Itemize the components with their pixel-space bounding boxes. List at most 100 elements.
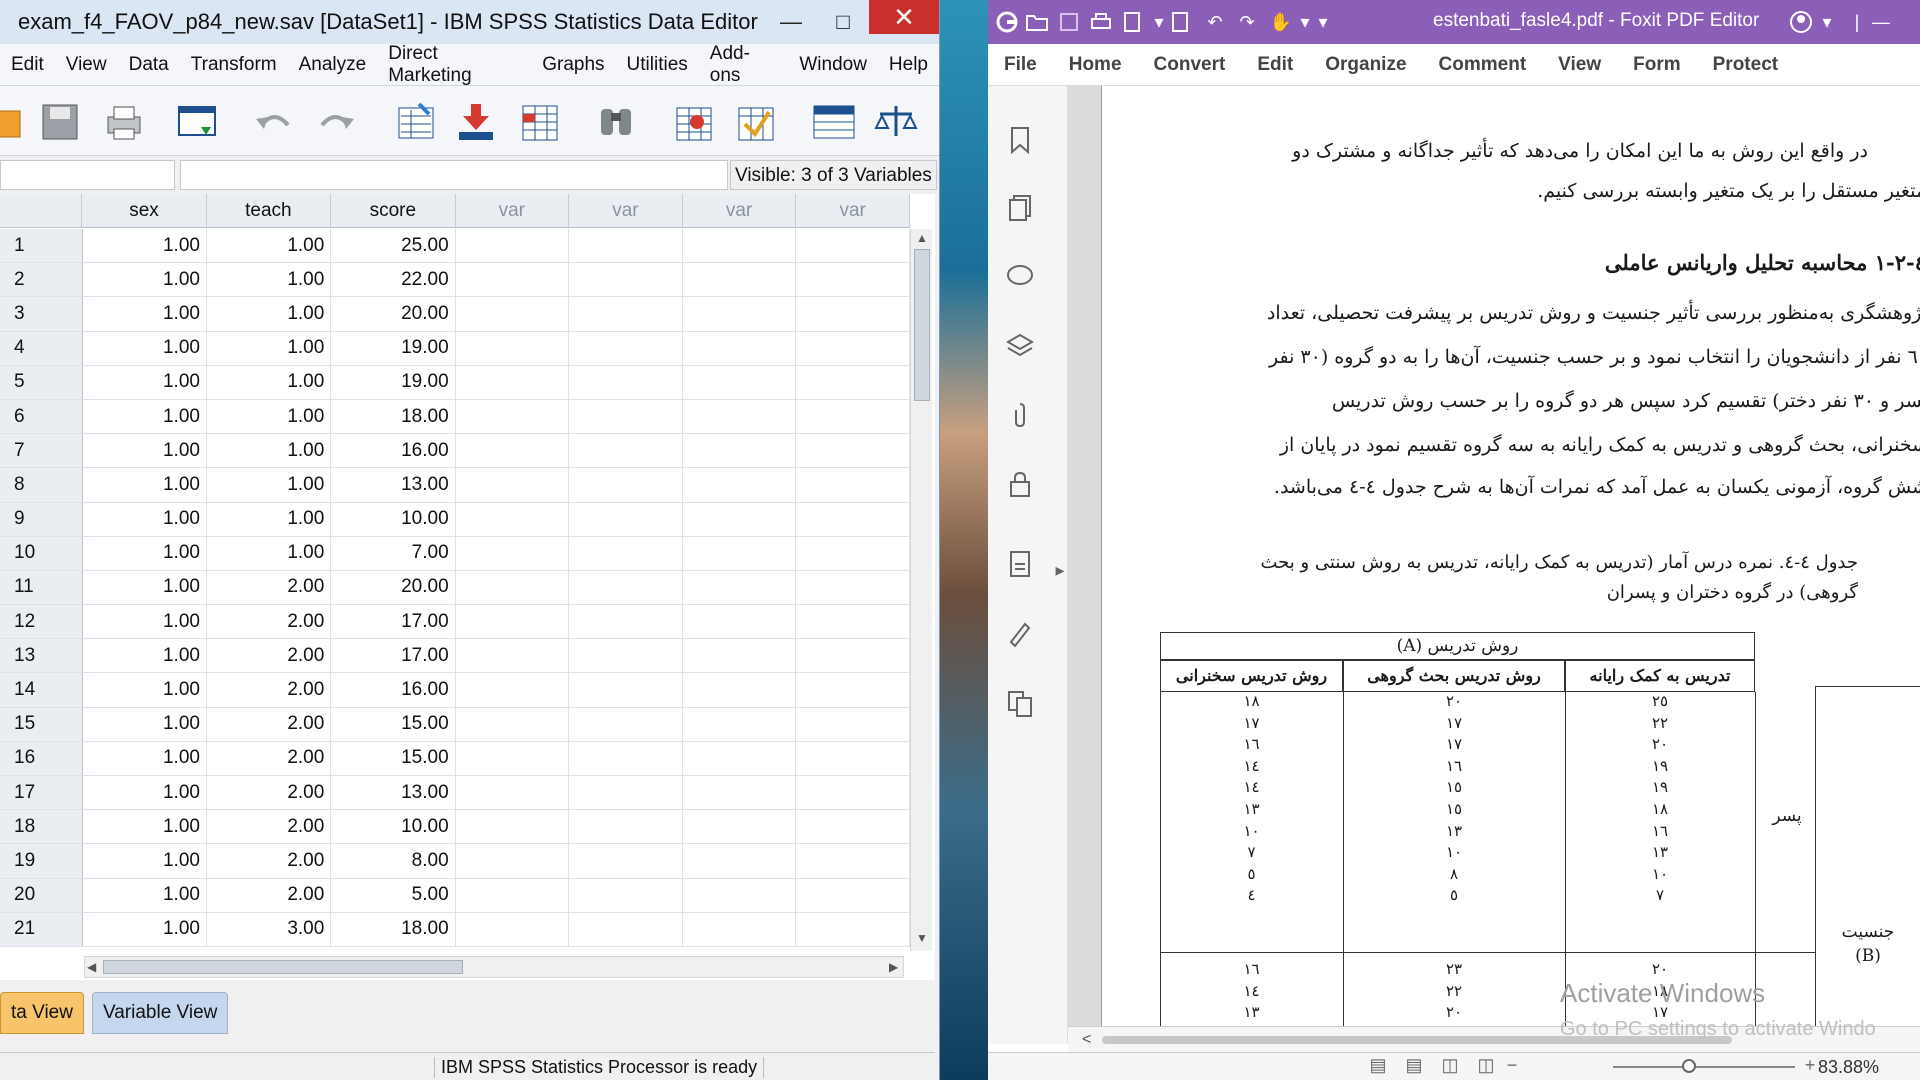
chevron-down-icon[interactable]: ▾ — [1814, 10, 1840, 34]
cell-teach[interactable]: 2.00 — [207, 810, 332, 844]
continuous-facing-icon[interactable]: ◫ — [1474, 1051, 1498, 1079]
cell-empty[interactable] — [569, 912, 683, 946]
zoom-level[interactable]: 83.88% — [1818, 1057, 1879, 1078]
cell-empty[interactable] — [796, 263, 910, 297]
row-number[interactable]: 7 — [0, 434, 83, 468]
column-header-var[interactable]: var — [796, 194, 910, 227]
menu-help[interactable]: Help — [878, 54, 939, 76]
cell-score[interactable]: 15.00 — [331, 741, 456, 775]
cell-teach[interactable]: 1.00 — [207, 468, 332, 502]
menu-window[interactable]: Window — [788, 54, 878, 76]
cell-empty[interactable] — [683, 844, 797, 878]
cell-sex[interactable]: 1.00 — [83, 673, 207, 707]
cell-empty[interactable] — [456, 741, 570, 775]
menu-analyze[interactable]: Analyze — [288, 54, 378, 76]
cell-sex[interactable]: 1.00 — [83, 263, 207, 297]
column-header-var[interactable]: var — [683, 194, 797, 227]
menu-protect[interactable]: Protect — [1697, 54, 1794, 76]
cell-empty[interactable] — [683, 639, 797, 673]
scroll-up-icon[interactable]: ▲ — [916, 231, 928, 245]
cell-empty[interactable] — [683, 912, 797, 946]
cell-empty[interactable] — [683, 331, 797, 365]
compare-icon[interactable] — [1004, 688, 1036, 720]
cell-empty[interactable] — [796, 673, 910, 707]
cell-empty[interactable] — [796, 297, 910, 331]
scroll-down-icon[interactable]: ▼ — [916, 931, 928, 945]
cell-teach[interactable]: 3.00 — [207, 912, 332, 946]
row-number[interactable]: 3 — [0, 297, 83, 331]
cell-empty[interactable] — [683, 502, 797, 536]
continuous-page-icon[interactable]: ▤ — [1402, 1051, 1426, 1079]
cell-score[interactable]: 5.00 — [331, 878, 456, 912]
cell-sex[interactable]: 1.00 — [83, 399, 207, 434]
cell-empty[interactable] — [796, 707, 910, 741]
row-number[interactable]: 8 — [0, 468, 83, 502]
cell-empty[interactable] — [456, 844, 570, 878]
cell-score[interactable]: 19.00 — [331, 331, 456, 365]
cell-empty[interactable] — [683, 229, 797, 263]
minimize-icon[interactable]: — — [1868, 10, 1894, 34]
column-header-sex[interactable]: sex — [82, 194, 207, 227]
cell-score[interactable]: 17.00 — [331, 639, 456, 673]
zoom-slider[interactable] — [1613, 1066, 1795, 1068]
zoom-out-icon[interactable]: − — [1500, 1051, 1524, 1079]
cell-sex[interactable]: 1.00 — [83, 776, 207, 810]
save-icon[interactable] — [1056, 10, 1082, 34]
cell-teach[interactable]: 2.00 — [207, 741, 332, 775]
row-number[interactable]: 1 — [0, 229, 83, 263]
menu-view[interactable]: View — [1542, 54, 1617, 76]
cell-teach[interactable]: 1.00 — [207, 365, 332, 399]
comments-icon[interactable] — [1004, 260, 1036, 292]
cell-empty[interactable] — [456, 570, 570, 605]
zoom-slider-knob[interactable] — [1682, 1059, 1696, 1073]
cell-score[interactable]: 8.00 — [331, 844, 456, 878]
layers-icon[interactable] — [1004, 330, 1036, 362]
menu-comment[interactable]: Comment — [1423, 54, 1543, 76]
cell-empty[interactable] — [569, 297, 683, 331]
vertical-scroll-thumb[interactable] — [914, 249, 930, 401]
cell-empty[interactable] — [569, 741, 683, 775]
cell-empty[interactable] — [569, 605, 683, 639]
hand-tool-icon[interactable]: ✋ — [1268, 10, 1294, 34]
cell-sex[interactable]: 1.00 — [83, 741, 207, 775]
cell-empty[interactable] — [456, 297, 570, 331]
scroll-left-icon[interactable]: ◀ — [87, 960, 96, 974]
cell-empty[interactable] — [456, 399, 570, 434]
zoom-in-icon[interactable]: + — [1800, 1051, 1820, 1079]
go-to-case-icon[interactable] — [394, 100, 438, 144]
row-number[interactable]: 6 — [0, 399, 83, 434]
print-icon[interactable] — [1088, 10, 1114, 34]
account-icon[interactable] — [1788, 10, 1814, 34]
find-icon[interactable] — [594, 100, 638, 144]
cell-score[interactable]: 20.00 — [331, 297, 456, 331]
cell-teach[interactable]: 2.00 — [207, 776, 332, 810]
variables-icon[interactable] — [518, 100, 562, 144]
cell-empty[interactable] — [456, 878, 570, 912]
cell-empty[interactable] — [569, 229, 683, 263]
row-number[interactable]: 16 — [0, 741, 83, 775]
menu-transform[interactable]: Transform — [180, 54, 288, 76]
cell-score[interactable]: 13.00 — [331, 468, 456, 502]
cell-empty[interactable] — [796, 912, 910, 946]
cell-teach[interactable]: 2.00 — [207, 878, 332, 912]
cell-empty[interactable] — [683, 707, 797, 741]
cell-empty[interactable] — [456, 776, 570, 810]
scroll-left-icon[interactable]: < — [1082, 1031, 1091, 1049]
cell-empty[interactable] — [569, 570, 683, 605]
weight-cases-icon[interactable] — [874, 100, 918, 144]
undo-icon[interactable]: ↶ — [1202, 10, 1228, 34]
facing-page-icon[interactable]: ◫ — [1438, 1051, 1462, 1079]
menu-direct-marketing[interactable]: Direct Marketing — [377, 43, 531, 87]
cell-teach[interactable]: 1.00 — [207, 502, 332, 536]
open-icon[interactable] — [0, 100, 26, 144]
cell-empty[interactable] — [683, 263, 797, 297]
cell-sex[interactable]: 1.00 — [83, 536, 207, 570]
horizontal-scroll-thumb[interactable] — [103, 960, 463, 974]
cell-empty[interactable] — [796, 776, 910, 810]
cell-empty[interactable] — [456, 912, 570, 946]
cell-score[interactable]: 20.00 — [331, 570, 456, 605]
row-number[interactable]: 2 — [0, 263, 83, 297]
pages-icon[interactable] — [1004, 192, 1036, 224]
cell-teach[interactable]: 1.00 — [207, 229, 332, 263]
redo-icon[interactable] — [314, 100, 358, 144]
